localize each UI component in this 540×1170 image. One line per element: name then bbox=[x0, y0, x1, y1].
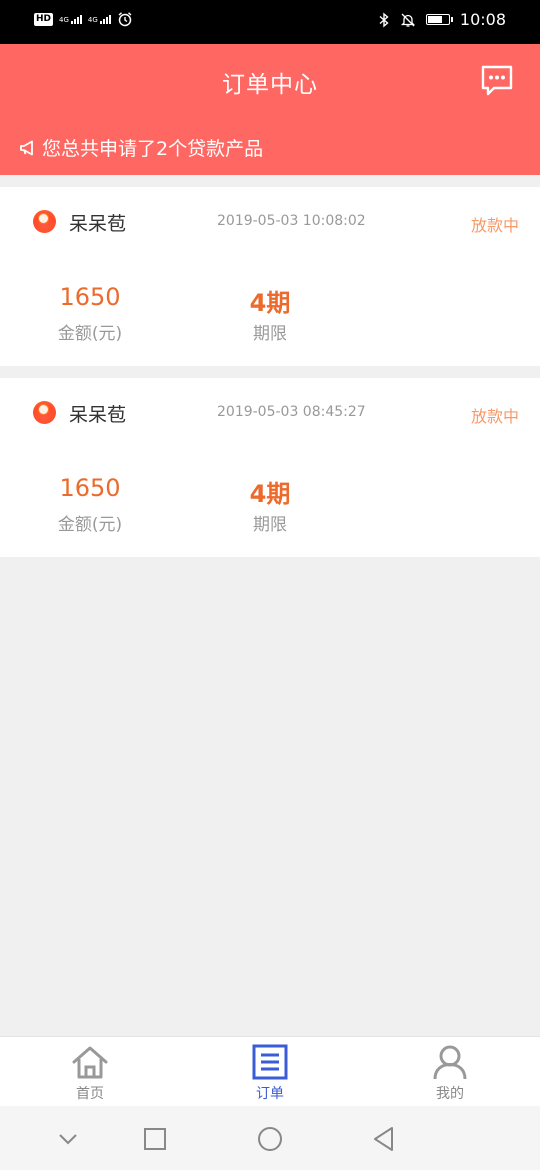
tab-orders[interactable]: 订单 bbox=[180, 1037, 360, 1107]
order-status: 放款中 bbox=[470, 407, 519, 426]
order-list-icon bbox=[252, 1044, 288, 1080]
amount-label: 金额(元) bbox=[57, 324, 123, 344]
tab-profile[interactable]: 我的 bbox=[360, 1037, 540, 1107]
order-status: 放款中 bbox=[470, 216, 519, 235]
product-name: 呆呆苞 bbox=[69, 213, 127, 235]
notice-row: 您总共申请了2个贷款产品 bbox=[18, 134, 263, 161]
product-logo-icon bbox=[33, 210, 56, 233]
notice-text: 您总共申请了2个贷款产品 bbox=[42, 138, 264, 160]
message-button[interactable] bbox=[480, 64, 514, 98]
term-label: 期限 bbox=[253, 515, 287, 535]
tab-label: 首页 bbox=[76, 1086, 104, 1102]
circle-icon bbox=[258, 1127, 282, 1151]
mute-bell-icon bbox=[400, 13, 415, 27]
hd-badge: HD bbox=[34, 12, 54, 26]
home-icon bbox=[72, 1046, 108, 1079]
profile-icon bbox=[433, 1045, 467, 1080]
chevron-down-icon bbox=[59, 1134, 77, 1145]
battery-icon bbox=[425, 14, 453, 25]
order-time: 2019-05-03 08:45:27 bbox=[217, 404, 366, 420]
order-card[interactable]: 呆呆苞 2019-05-03 08:45:27 放款中 1650 金额(元) 4… bbox=[0, 378, 540, 557]
square-icon bbox=[144, 1128, 166, 1150]
bluetooth-icon bbox=[379, 11, 389, 28]
status-bar: HD 4G 4G 10:08 bbox=[0, 0, 540, 44]
nav-home-button[interactable] bbox=[255, 1124, 285, 1154]
term-value: 4期 bbox=[249, 480, 291, 508]
signal-icon-2: 4G bbox=[88, 14, 111, 24]
amount-value: 1650 bbox=[59, 474, 121, 502]
nav-collapse-button[interactable] bbox=[53, 1124, 83, 1154]
signal-icon: 4G bbox=[59, 14, 82, 24]
status-left: HD 4G 4G bbox=[34, 11, 133, 27]
megaphone-icon bbox=[20, 140, 33, 155]
alarm-icon bbox=[118, 12, 132, 27]
tab-home[interactable]: 首页 bbox=[0, 1037, 180, 1107]
page-title: 订单中心 bbox=[222, 72, 318, 98]
nav-back-button[interactable] bbox=[369, 1124, 399, 1154]
order-list: 呆呆苞 2019-05-03 10:08:02 放款中 1650 金额(元) 4… bbox=[0, 187, 540, 557]
order-card[interactable]: 呆呆苞 2019-05-03 10:08:02 放款中 1650 金额(元) 4… bbox=[0, 187, 540, 366]
system-nav-bar bbox=[0, 1106, 540, 1170]
product-logo-icon bbox=[33, 401, 56, 424]
product-name: 呆呆苞 bbox=[69, 404, 127, 426]
order-time: 2019-05-03 10:08:02 bbox=[217, 213, 366, 229]
tab-bar: 首页 订单 我的 bbox=[0, 1036, 540, 1106]
status-right: 10:08 bbox=[378, 10, 506, 29]
amount-label: 金额(元) bbox=[57, 515, 123, 535]
tab-label: 我的 bbox=[436, 1086, 464, 1102]
status-time: 10:08 bbox=[459, 10, 506, 29]
tab-label: 订单 bbox=[256, 1086, 284, 1102]
term-label: 期限 bbox=[253, 324, 287, 344]
term-value: 4期 bbox=[249, 289, 291, 317]
back-triangle-icon bbox=[374, 1127, 393, 1151]
app-header: 订单中心 您总共申请了2个贷款产品 bbox=[0, 44, 540, 175]
chat-bubble-icon bbox=[481, 65, 513, 96]
nav-recents-button[interactable] bbox=[140, 1124, 170, 1154]
amount-value: 1650 bbox=[59, 283, 121, 311]
